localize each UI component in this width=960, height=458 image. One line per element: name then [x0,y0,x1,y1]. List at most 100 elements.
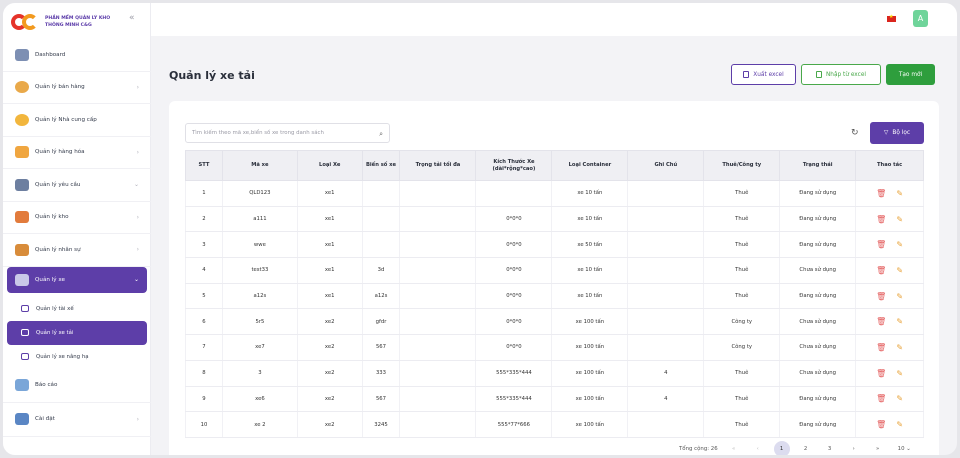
edit-icon[interactable]: ✎ [896,394,903,403]
chevron-right-icon: › [136,83,139,91]
table-cell: 555*77*666 [475,411,553,438]
table-cell: 5r5 [221,308,298,336]
table-cell: Đang sử dụng [779,180,857,207]
table-cell: 555*335*444 [475,386,553,413]
delete-icon[interactable]: 🗑 [876,317,886,326]
table-cell: 0*0*0 [475,206,553,233]
table-cell: xe 10 tấn [551,180,629,207]
chevron-right-icon: › [136,415,139,423]
filter-label: Bộ lọc [892,130,911,136]
chevron-down-icon: ⌄ [133,181,139,189]
delete-icon[interactable]: 🗑 [876,343,886,352]
sidebar-item-label: Quản lý bán hàng [35,84,85,91]
delete-icon[interactable]: 🗑 [876,394,886,403]
first-page-icon[interactable]: « [726,441,742,455]
list-icon [21,305,29,312]
page-button-2[interactable]: 2 [798,441,814,455]
table-cell [399,411,477,438]
table-row: 8 3 xe2 333 555*335*444 xe 100 tấn 4 Thuê Chưa s… [185,360,924,387]
table-cell: a12s [361,283,401,310]
edit-icon[interactable]: ✎ [896,266,903,275]
sidebar-item-dashboard[interactable]: Dashboard [3,39,151,72]
actions-cell: 🗑 ✎ [855,411,924,438]
table-cell [399,308,477,336]
column-header: Loại Xe [296,150,363,181]
edit-icon[interactable]: ✎ [896,343,903,352]
edit-icon[interactable]: ✎ [896,317,903,326]
table-cell: xe 2 [221,411,298,438]
delete-icon[interactable]: 🗑 [876,292,886,301]
row-actions: 🗑 ✎ [856,317,923,326]
table-cell: Thuê [703,386,781,413]
sidebar-item-staff[interactable]: Quản lý nhân sự › [3,234,151,267]
table-cell [627,257,705,284]
brand-text: PHẦN MỀM QUẢN LÝ KHO THÔNG MINH C&G [45,15,115,29]
brand[interactable]: PHẦN MỀM QUẢN LÝ KHO THÔNG MINH C&G [11,9,143,35]
sidebar-nav: Dashboard Quản lý bán hàng › Quản lý Nhà… [3,39,151,437]
sidebar-item-goods[interactable]: Quản lý hàng hóa › [3,137,151,169]
table-cell: wwe [221,231,298,259]
edit-icon[interactable]: ✎ [896,240,903,249]
search-placeholder: Tìm kiếm theo mã xe,biển số xe trong dan… [192,130,324,136]
table-cell: 4 [627,386,705,413]
table-cell: 333 [361,360,401,387]
sidebar-item-settings[interactable]: Cài đặt › [3,403,151,437]
next-page-icon[interactable]: › [846,441,862,455]
edit-icon[interactable]: ✎ [896,189,903,198]
delete-icon[interactable]: 🗑 [876,266,886,275]
avatar[interactable]: A [913,10,928,27]
table-cell [627,334,705,361]
delete-icon[interactable]: 🗑 [876,240,886,249]
edit-icon[interactable]: ✎ [896,420,903,429]
actions-cell: 🗑 ✎ [855,257,924,284]
table-cell: xe7 [221,334,298,361]
column-header: Loại Container [551,150,629,181]
sidebar-item-requests[interactable]: Quản lý yêu cầu ⌄ [3,169,151,202]
page-size-select[interactable]: 10 ⌄ [898,446,911,452]
import-excel-button[interactable]: Nhập từ excel [801,64,881,85]
export-excel-button[interactable]: Xuất excel [731,64,796,85]
page-button-1[interactable]: 1 [773,441,790,455]
table-cell [627,180,705,207]
table-cell: Đang sử dụng [779,206,857,233]
edit-icon[interactable]: ✎ [896,369,903,378]
prev-page-icon[interactable]: ‹ [750,441,766,455]
sidebar-item-vehicles[interactable]: Quản lý xe ⌄ [7,266,147,293]
delete-icon[interactable]: 🗑 [876,215,886,224]
sidebar-subitem-drivers[interactable]: Quản lý tài xế [3,297,151,321]
sidebar-item-sales[interactable]: Quản lý bán hàng › [3,72,151,104]
chevron-right-icon: › [136,246,139,254]
pagination: Tổng cộng: 26 « ‹ 1 2 3 › » 10 ⌄ [679,441,929,455]
sidebar-item-label: Quản lý kho [35,214,69,221]
column-header: Thao tác [855,150,924,181]
sidebar: PHẦN MỀM QUẢN LÝ KHO THÔNG MINH C&G « Da… [3,3,151,455]
delete-icon[interactable]: 🗑 [876,189,886,198]
create-button[interactable]: Tạo mới [886,64,935,85]
last-page-icon[interactable]: » [870,441,886,455]
delete-icon[interactable]: 🗑 [876,369,886,378]
sidebar-subitem-trucks[interactable]: Quản lý xe tải [7,320,147,345]
sidebar-item-warehouse[interactable]: Quản lý kho › [3,202,151,234]
collapse-sidebar-icon[interactable]: « [129,13,135,23]
sidebar-item-suppliers[interactable]: Quản lý Nhà cung cấp [3,104,151,137]
table-cell: Thuê [703,360,781,387]
table-cell [627,206,705,233]
filter-button[interactable]: ▽ Bộ lọc [870,122,924,144]
refresh-icon[interactable]: ↻ [851,128,859,138]
page-button-3[interactable]: 3 [822,441,838,455]
search-icon[interactable]: ⌕ [379,125,383,143]
table-row: 2 a111 xe1 0*0*0 xe 10 tấn Thuê Đang sử dụng 🗑 ✎ [185,206,924,233]
table-row: 7 xe7 xe2 567 0*0*0 xe 100 tấn Công ty Chưa sử … [185,334,924,361]
table-cell: Thuê [703,411,781,438]
table-cell: Đang sử dụng [779,386,857,413]
edit-icon[interactable]: ✎ [896,215,903,224]
sidebar-subitem-forklifts[interactable]: Quản lý xe nâng hạ [3,345,151,369]
table-cell: xe2 [296,308,363,336]
search-input[interactable]: Tìm kiếm theo mã xe,biển số xe trong dan… [185,123,390,143]
table-cell: 1 [185,180,223,207]
delete-icon[interactable]: 🗑 [876,420,886,429]
edit-icon[interactable]: ✎ [896,292,903,301]
total-count: Tổng cộng: 26 [679,446,718,452]
sidebar-item-reports[interactable]: Báo cáo [3,369,151,403]
vietnam-flag-icon[interactable] [887,14,896,22]
